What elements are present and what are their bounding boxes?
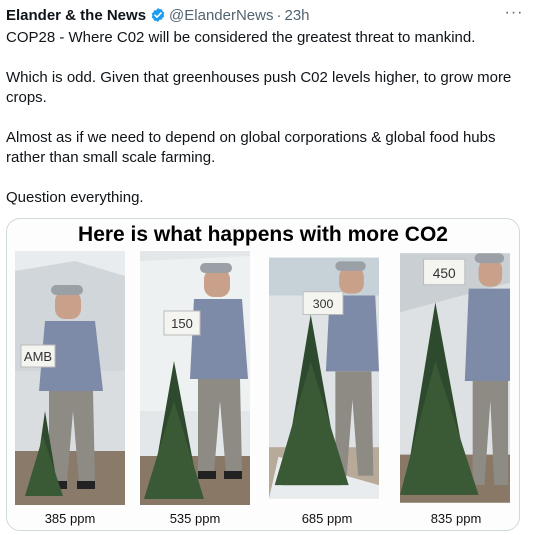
tweet-paragraph: COP28 - Where C02 will be considered the…: [6, 29, 476, 46]
sign-label-1: AMB: [24, 349, 52, 364]
tweet-media-image[interactable]: Here is what happens with more CO2 AMB 1…: [6, 218, 520, 531]
sign-label-3: 300: [313, 297, 334, 311]
tweet-paragraph: Almost as if we need to depend on global…: [6, 129, 496, 166]
photo-panel-4: 450: [400, 253, 510, 503]
tweet-paragraph: Which is odd. Given that greenhouses pus…: [6, 69, 512, 106]
tweet-text: COP28 - Where C02 will be considered the…: [6, 28, 526, 208]
separator-dot: ·: [276, 6, 282, 24]
caption-1: 385 ppm: [44, 511, 96, 526]
author-handle[interactable]: @ElanderNews: [169, 7, 273, 24]
timestamp[interactable]: 23h: [284, 7, 309, 24]
sign-label-4: 450: [433, 266, 456, 281]
photo-panel-1: AMB: [15, 251, 125, 505]
tweet-header: Elander & the News @ElanderNews · 23h ··…: [6, 4, 525, 26]
photo-panel-2: 150: [140, 251, 250, 505]
photo-panel-3: 300: [269, 257, 379, 499]
author-name[interactable]: Elander & the News: [6, 7, 146, 24]
image-title: Here is what happens with more CO2: [78, 223, 448, 246]
tweet-paragraph: Question everything.: [6, 189, 144, 206]
caption-2: 535 ppm: [169, 511, 221, 526]
caption-3: 685 ppm: [301, 511, 353, 526]
caption-4: 835 ppm: [430, 511, 482, 526]
more-options-icon[interactable]: ···: [503, 4, 525, 26]
sign-label-2: 150: [171, 316, 193, 331]
verified-badge-icon: [151, 8, 165, 22]
